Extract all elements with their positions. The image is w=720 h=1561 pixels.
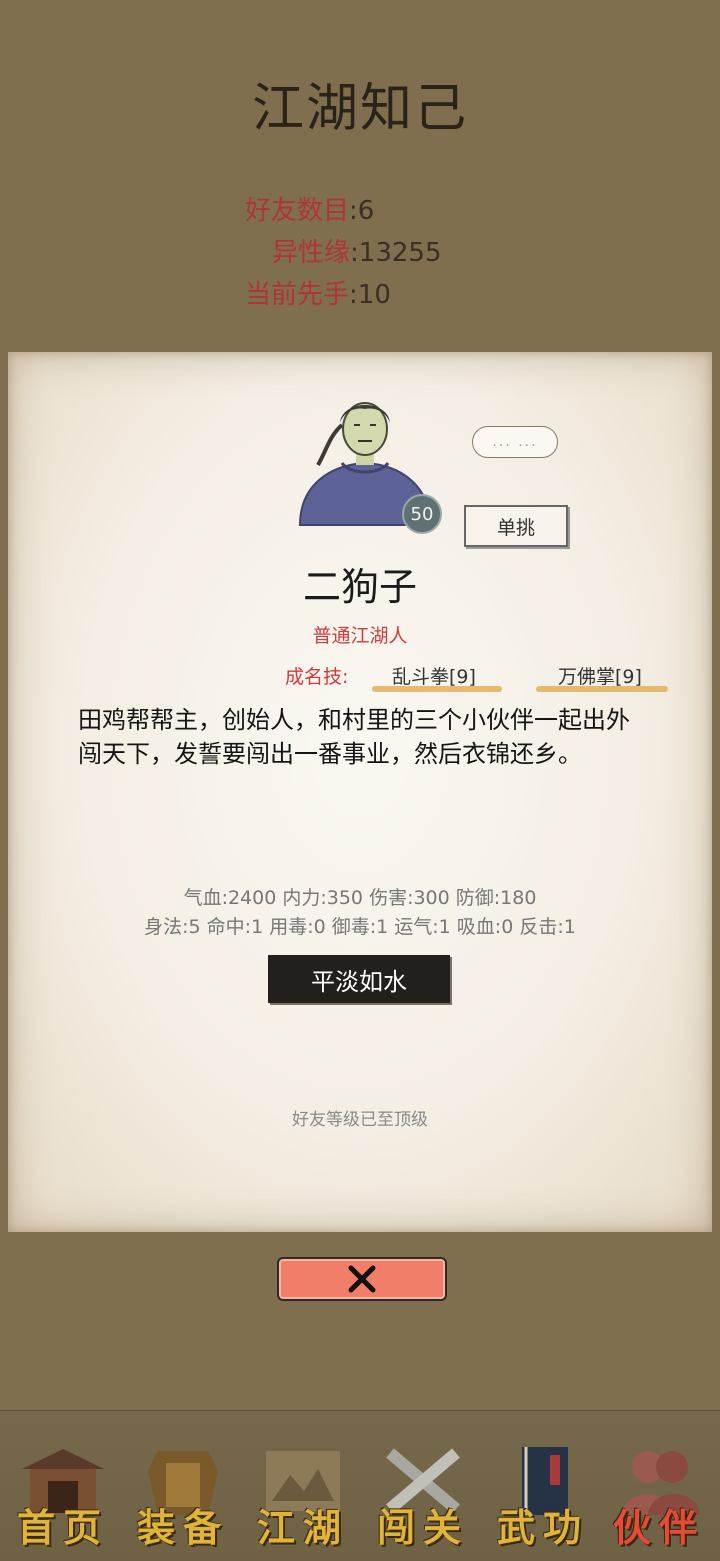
nav-home-label: 首页 xyxy=(16,1505,109,1550)
skill-item: 乱斗拳[9] xyxy=(392,666,476,688)
friend-count-row: 好友数目:6 xyxy=(245,196,375,226)
relationship-status-button[interactable]: 平淡如水 xyxy=(268,955,450,1003)
charm-value: 13255 xyxy=(358,238,442,268)
skill-item: 万佛掌[9] xyxy=(558,666,642,688)
friend-name: 二狗子 xyxy=(302,565,417,609)
nav-challenge[interactable]: 闯关 xyxy=(364,1431,482,1550)
page-title: 江湖知己 xyxy=(251,79,468,139)
nav-home[interactable]: 首页 xyxy=(4,1431,122,1550)
charm-row: 异性缘:13255 xyxy=(272,238,442,268)
initiative-label: 当前先手 xyxy=(245,280,350,310)
initiative-value: 10 xyxy=(357,280,391,310)
nav-challenge-label: 闯关 xyxy=(376,1505,469,1550)
nav-martial-arts-label: 武功 xyxy=(496,1505,589,1550)
friend-rank: 普通江湖人 xyxy=(312,625,408,647)
nav-jianghu[interactable]: 江湖 xyxy=(244,1431,362,1550)
nav-equipment-label: 装备 xyxy=(136,1505,229,1550)
nav-companions[interactable]: 伙伴 xyxy=(600,1431,718,1550)
charm-label: 异性缘 xyxy=(272,238,351,268)
friend-count-label: 好友数目 xyxy=(245,196,350,226)
nav-jianghu-label: 江湖 xyxy=(256,1505,349,1550)
initiative-row: 当前先手:10 xyxy=(245,280,391,310)
nav-martial-arts[interactable]: 武功 xyxy=(484,1431,602,1550)
nav-equipment[interactable]: 装备 xyxy=(124,1431,242,1550)
attributes-line-2: 身法:5 命中:1 用毒:0 御毒:1 运气:1 吸血:0 反击:1 xyxy=(144,916,576,938)
close-button[interactable] xyxy=(277,1257,447,1301)
friend-description: 田鸡帮帮主，创始人，和村里的三个小伙伴一起出外闯天下，发誓要闯出一番事业，然后衣… xyxy=(78,706,630,768)
close-icon xyxy=(348,1265,376,1293)
speech-bubble: ... ... xyxy=(472,426,558,458)
friend-count-value: 6 xyxy=(357,196,375,226)
nav-companions-label: 伙伴 xyxy=(612,1505,705,1550)
signature-skills-label: 成名技: xyxy=(285,666,349,688)
attributes-line-1: 气血:2400 内力:350 伤害:300 防御:180 xyxy=(183,887,537,909)
duel-button[interactable]: 单挑 xyxy=(464,505,568,547)
bottom-navigation: 首页 装备 江湖 闯关 武功 伙伴 xyxy=(0,1410,720,1561)
header-area: 江湖知己 好友数目:6 异性缘:13255 当前先手:10 xyxy=(0,0,720,360)
max-level-note: 好友等级已至顶级 xyxy=(292,1110,428,1130)
level-badge: 50 xyxy=(402,494,442,534)
